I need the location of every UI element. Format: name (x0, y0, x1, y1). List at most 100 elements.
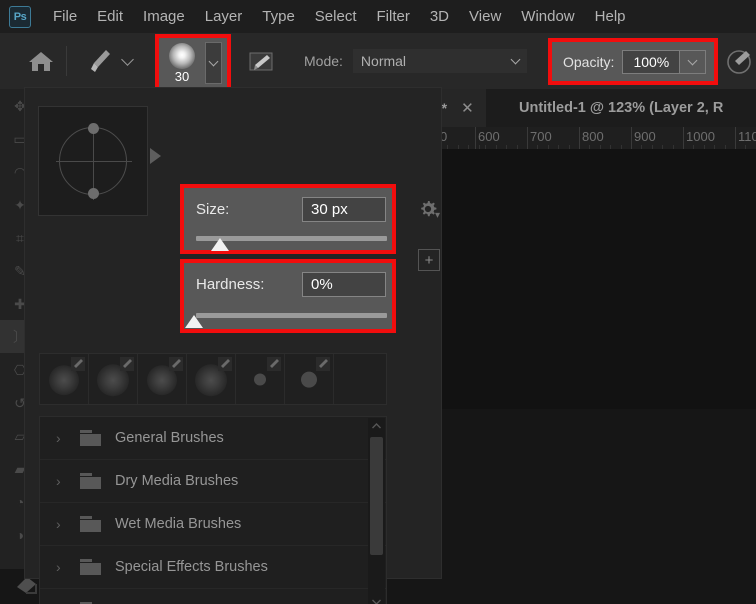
soft-round-pressure-opacity-preset[interactable] (138, 354, 187, 404)
airbrush-icon[interactable] (726, 47, 754, 75)
opacity-label: Opacity: (563, 53, 615, 70)
brush-tool-chevron-down-icon[interactable] (121, 52, 134, 66)
brush-folder-row[interactable]: › Special Effects Brushes (40, 546, 386, 589)
chevron-right-icon[interactable]: › (56, 473, 70, 489)
brush-hardness-label: Hardness: (196, 276, 265, 293)
opacity-dropdown-button[interactable] (680, 49, 707, 74)
hard-round-pressure-preset[interactable] (285, 354, 334, 404)
menu-item-3d[interactable]: 3D (420, 0, 459, 33)
angle-horizontal-axis (56, 161, 132, 162)
menu-item-window[interactable]: Window (511, 0, 584, 33)
brush-settings-panel-icon[interactable] (248, 47, 274, 75)
eraser-badge-icon (267, 357, 281, 371)
chevron-down-icon[interactable] (510, 54, 521, 65)
menu-item-select[interactable]: Select (305, 0, 367, 33)
menu-item-image[interactable]: Image (133, 0, 195, 33)
droplet-badge-icon (218, 357, 232, 371)
brush-folder-label: Dry Media Brushes (115, 473, 239, 489)
brush-folder-row-partial[interactable]: › (40, 589, 386, 604)
brush-folder-row[interactable]: › General Brushes (40, 417, 386, 460)
menu-item-view[interactable]: View (459, 0, 511, 33)
brush-size-value: 30 (174, 69, 190, 84)
menu-item-help[interactable]: Help (585, 0, 636, 33)
ruler-minor-tick (568, 145, 570, 149)
soft-round-blend-preset[interactable] (187, 354, 236, 404)
ruler-minor-tick (724, 145, 726, 149)
blend-mode-value: Normal (360, 53, 407, 69)
brush-hardness-control[interactable]: Hardness: 0% (180, 259, 396, 333)
brush-folder-list[interactable]: › General Brushes › Dry Media Brushes › Wet M… (39, 416, 387, 604)
home-icon[interactable] (26, 47, 56, 75)
ruler-minor-tick (447, 145, 449, 149)
chevron-right-icon[interactable]: › (56, 516, 70, 532)
opacity-control[interactable]: Opacity: 100% (548, 38, 718, 85)
brush-size-slider-thumb[interactable] (211, 238, 229, 251)
folder-icon (80, 516, 101, 532)
ruler-label: 1100 (738, 129, 756, 144)
brush-preset-picker[interactable]: 30 (155, 34, 231, 91)
ruler-label: 600 (478, 129, 500, 144)
menu-item-type[interactable]: Type (252, 0, 305, 33)
brush-angle-roundness-control[interactable] (38, 106, 148, 216)
brush-tool-icon[interactable] (87, 47, 113, 75)
ruler-minor-tick (693, 145, 695, 149)
ruler-minor-tick (558, 145, 560, 149)
ruler-label: 800 (582, 129, 604, 144)
roundness-handle-bottom[interactable] (87, 188, 99, 199)
menu-item-filter[interactable]: Filter (367, 0, 420, 33)
brush-hardness-input[interactable]: 0% (302, 272, 386, 297)
chevron-down-icon[interactable]: ▾ (435, 210, 440, 221)
ruler-minor-tick (610, 145, 612, 149)
chevron-down-icon[interactable] (368, 594, 385, 604)
opacity-input[interactable]: 100% (622, 49, 681, 74)
brush-size-control[interactable]: Size: 30 px (180, 184, 396, 254)
chevron-right-icon[interactable]: › (56, 430, 70, 446)
brush-list-scrollbar[interactable] (368, 418, 385, 604)
brush-preset-thumbnails[interactable] (39, 353, 387, 405)
brush-hardness-slider-track[interactable] (196, 313, 387, 318)
brush-badge-icon (120, 357, 134, 371)
ruler-minor-tick (641, 145, 643, 149)
brush-stroke-thumbnail-icon (301, 371, 317, 388)
hard-round-eraser-preset[interactable] (236, 354, 285, 404)
ruler-minor-tick (745, 145, 747, 149)
chevron-up-icon[interactable] (368, 418, 385, 434)
ruler-minor-tick (516, 145, 518, 149)
angle-pointer-icon[interactable] (150, 148, 161, 164)
scrollbar-thumb[interactable] (370, 437, 383, 555)
brush-folder-row[interactable]: › Dry Media Brushes (40, 460, 386, 503)
brush-folder-label: Special Effects Brushes (115, 559, 268, 575)
brush-preset-dropdown-button[interactable] (205, 41, 222, 84)
soft-round-pressure-preset[interactable] (89, 354, 138, 404)
ruler-minor-tick (506, 145, 508, 149)
ruler-minor-tick (457, 145, 459, 149)
brush-size-input[interactable]: 30 px (302, 197, 386, 222)
brush-folder-row[interactable]: › Wet Media Brushes (40, 503, 386, 546)
brush-preset-popup[interactable]: Size: 30 px Hardness: 0% ▾ + › General Br… (24, 87, 442, 604)
crop-tool-icon: ⌗ (16, 229, 24, 246)
document-tab-2[interactable]: Untitled-1 @ 123% (Layer 2, R (519, 89, 723, 127)
brush-hardness-slider-thumb[interactable] (185, 315, 203, 328)
folder-icon (80, 430, 101, 446)
roundness-handle-top[interactable] (87, 123, 99, 134)
blur-tool-icon: ◔ (15, 493, 25, 510)
brush-stroke-thumbnail-icon (254, 373, 266, 386)
blend-mode-select[interactable]: Normal (352, 49, 527, 73)
menu-item-edit[interactable]: Edit (87, 0, 133, 33)
create-new-brush-button[interactable]: + (418, 249, 440, 271)
ruler-minor-tick (547, 145, 549, 149)
chevron-down-icon (687, 55, 698, 65)
menu-bar: Ps File Edit Image Layer Type Select Filter 3D V… (0, 0, 756, 33)
menu-item-file[interactable]: File (43, 0, 87, 33)
ruler-label: 1000 (686, 129, 715, 144)
close-icon[interactable]: ✕ (461, 101, 474, 116)
document-canvas[interactable] (440, 149, 756, 409)
chevron-right-icon[interactable]: › (56, 559, 70, 575)
menu-item-layer[interactable]: Layer (195, 0, 253, 33)
soft-round-brush-preset[interactable] (40, 354, 89, 404)
pencil-badge-icon (316, 357, 330, 371)
ruler-minor-tick (620, 145, 622, 149)
brush-folder-label: Wet Media Brushes (115, 516, 242, 532)
ruler-minor-tick (651, 145, 653, 149)
ruler-minor-tick (485, 145, 487, 149)
